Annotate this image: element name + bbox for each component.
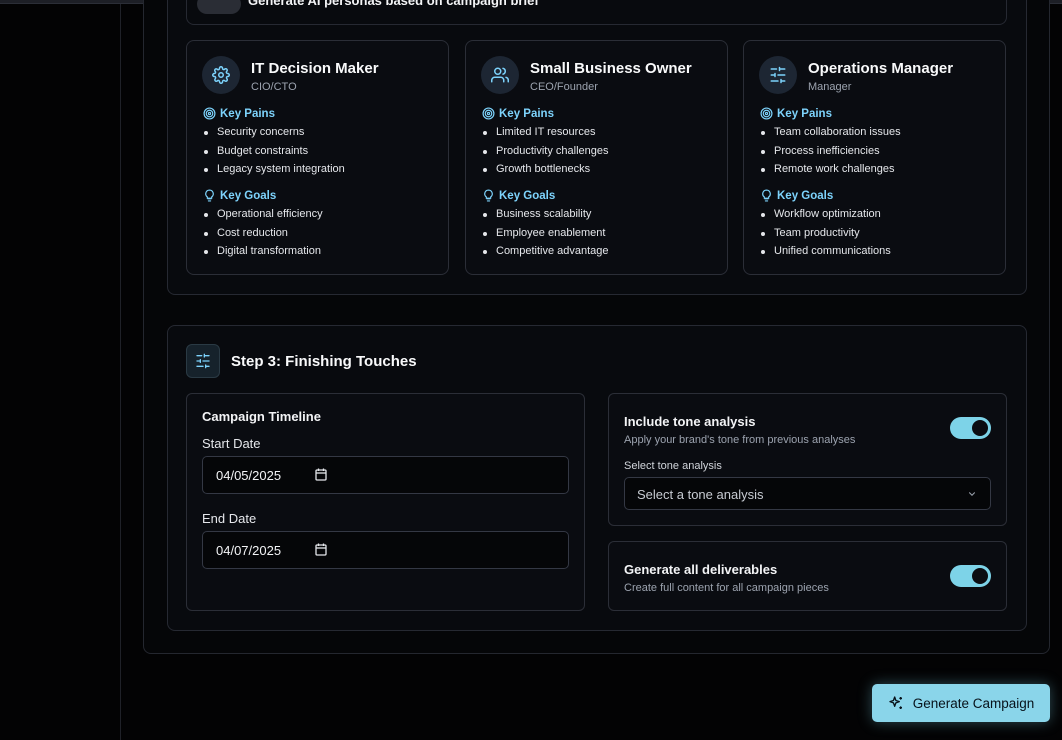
persona-card-small-business-owner[interactable]: Small Business Owner CEO/Founder Key Pai…	[465, 40, 728, 275]
key-pains-heading: Key Pains	[760, 107, 832, 120]
list-item: Operational efficiency	[204, 205, 323, 224]
ai-persona-toggle[interactable]	[197, 0, 241, 14]
list-item: Team productivity	[761, 224, 891, 243]
tone-analysis-select[interactable]: Select a tone analysis	[624, 477, 991, 510]
persona-card-it-decision-maker[interactable]: IT Decision Maker CIO/CTO Key Pains Secu…	[186, 40, 449, 275]
target-icon	[203, 107, 216, 120]
list-item: Workflow optimization	[761, 205, 891, 224]
persona-title: Small Business Owner	[530, 60, 692, 77]
target-icon	[760, 107, 773, 120]
key-pains-heading: Key Pains	[203, 107, 275, 120]
goals-list: Workflow optimization Team productivity …	[761, 205, 891, 261]
deliverables-description: Create full content for all campaign pie…	[624, 582, 829, 594]
end-date-label: End Date	[202, 511, 257, 526]
end-date-value: 04/07/2025	[216, 543, 282, 558]
start-date-label: Start Date	[202, 436, 261, 451]
generate-campaign-button[interactable]: Generate Campaign	[872, 684, 1050, 722]
persona-avatar	[202, 56, 240, 94]
persona-role: CEO/Founder	[530, 81, 598, 93]
start-date-input[interactable]: 04/05/2025	[202, 456, 569, 494]
list-item: Employee enablement	[483, 224, 609, 243]
deliverables-toggle[interactable]	[950, 565, 991, 587]
persona-avatar	[481, 56, 519, 94]
campaign-timeline-panel	[186, 393, 585, 611]
list-item: Growth bottlenecks	[483, 160, 609, 179]
key-goals-heading: Key Goals	[203, 189, 276, 202]
persona-card-operations-manager[interactable]: Operations Manager Manager Key Pains Tea…	[743, 40, 1006, 275]
users-icon	[491, 67, 509, 83]
key-goals-label: Key Goals	[220, 189, 277, 202]
deliverables-title: Generate all deliverables	[624, 562, 778, 577]
key-pains-label: Key Pains	[777, 107, 832, 120]
key-pains-label: Key Pains	[499, 107, 554, 120]
list-item: Unified communications	[761, 242, 891, 261]
step3-title: Step 3: Finishing Touches	[231, 353, 417, 370]
toggle-knob	[972, 568, 988, 584]
sidebar-divider	[120, 4, 121, 740]
tone-analysis-title: Include tone analysis	[624, 414, 756, 429]
sliders-icon	[196, 353, 210, 369]
list-item: Legacy system integration	[204, 160, 345, 179]
key-pains-heading: Key Pains	[482, 107, 554, 120]
list-item: Competitive advantage	[483, 242, 609, 261]
pains-list: Security concerns Budget constraints Leg…	[204, 123, 345, 179]
persona-title: IT Decision Maker	[251, 60, 379, 77]
key-pains-label: Key Pains	[220, 107, 275, 120]
step3-icon-box	[186, 344, 220, 378]
list-item: Digital transformation	[204, 242, 323, 261]
list-item: Team collaboration issues	[761, 123, 901, 142]
goals-list: Business scalability Employee enablement…	[483, 205, 609, 261]
tone-analysis-description: Apply your brand's tone from previous an…	[624, 434, 856, 446]
toggle-knob	[972, 420, 988, 436]
key-goals-label: Key Goals	[499, 189, 556, 202]
tone-select-placeholder: Select a tone analysis	[637, 487, 764, 502]
persona-role: Manager	[808, 81, 852, 93]
lightbulb-icon	[205, 189, 214, 202]
persona-role: CIO/CTO	[251, 81, 297, 93]
select-tone-label: Select tone analysis	[624, 460, 722, 472]
start-date-value: 04/05/2025	[216, 468, 282, 483]
list-item: Security concerns	[204, 123, 345, 142]
list-item: Budget constraints	[204, 142, 345, 161]
tone-analysis-toggle[interactable]	[950, 417, 991, 439]
list-item: Remote work challenges	[761, 160, 901, 179]
end-date-input[interactable]: 04/07/2025	[202, 531, 569, 569]
target-icon	[482, 107, 495, 120]
goals-list: Operational efficiency Cost reduction Di…	[204, 205, 323, 261]
key-goals-heading: Key Goals	[760, 189, 833, 202]
pains-list: Limited IT resources Productivity challe…	[483, 123, 609, 179]
list-item: Cost reduction	[204, 224, 323, 243]
pains-list: Team collaboration issues Process ineffi…	[761, 123, 901, 179]
key-goals-label: Key Goals	[777, 189, 834, 202]
list-item: Process inefficiencies	[761, 142, 901, 161]
lightbulb-icon	[484, 189, 493, 202]
generate-campaign-label: Generate Campaign	[912, 695, 1035, 711]
calendar-icon[interactable]	[315, 468, 327, 481]
calendar-icon[interactable]	[315, 543, 327, 556]
lightbulb-icon	[762, 189, 771, 202]
sliders-icon	[770, 66, 786, 84]
gear-icon	[212, 66, 230, 84]
persona-avatar	[759, 56, 797, 94]
list-item: Limited IT resources	[483, 123, 609, 142]
key-goals-heading: Key Goals	[482, 189, 555, 202]
sparkles-icon	[889, 696, 902, 709]
persona-title: Operations Manager	[808, 60, 954, 77]
list-item: Productivity challenges	[483, 142, 609, 161]
campaign-timeline-title: Campaign Timeline	[202, 409, 321, 424]
ai-persona-toggle-label: Generate AI personas based on campaign b…	[248, 0, 539, 8]
list-item: Business scalability	[483, 205, 609, 224]
chevron-down-icon	[968, 492, 976, 496]
